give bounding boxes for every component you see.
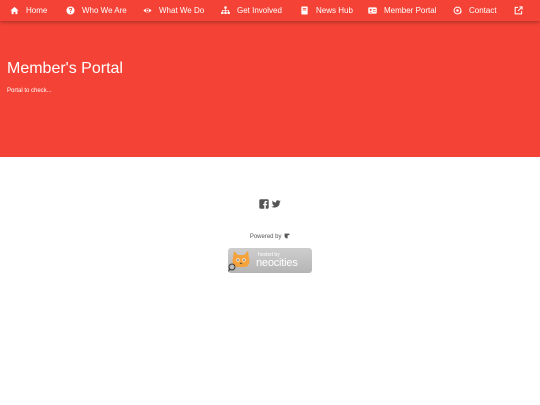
id-card-icon bbox=[368, 6, 377, 15]
badge-brand-text: neocities bbox=[256, 256, 298, 269]
question-circle-icon bbox=[66, 6, 75, 15]
nav-get-involved[interactable]: Get Involved bbox=[221, 0, 282, 21]
nav-involved-label: Get Involved bbox=[237, 6, 282, 15]
nav-news-label: News Hub bbox=[316, 6, 353, 15]
twitter-icon[interactable] bbox=[271, 199, 281, 209]
nav-home-label: Home bbox=[26, 6, 48, 15]
page-title: Member's Portal bbox=[7, 60, 123, 77]
platform-logo-icon[interactable] bbox=[284, 233, 290, 241]
facebook-icon[interactable] bbox=[259, 199, 269, 209]
eye-icon bbox=[143, 6, 152, 15]
book-icon bbox=[300, 6, 309, 15]
nav-who-label: Who We Are bbox=[82, 6, 127, 15]
social-links bbox=[0, 199, 540, 209]
nav-contact[interactable]: Contact bbox=[453, 0, 497, 21]
nav-news-hub[interactable]: News Hub bbox=[300, 0, 353, 21]
contact-icon bbox=[453, 6, 462, 15]
nav-contact-label: Contact bbox=[469, 6, 497, 15]
nav-member-label: Member Portal bbox=[384, 6, 437, 15]
external-link-icon bbox=[514, 6, 523, 15]
navbar: Home Who We Are What We Do Get Involved … bbox=[0, 0, 540, 21]
nav-what-label: What We Do bbox=[159, 6, 205, 15]
nav-who-we-are[interactable]: Who We Are bbox=[66, 0, 127, 21]
nav-home[interactable]: Home bbox=[10, 0, 47, 21]
hero-subtitle: Portal to check... bbox=[7, 88, 52, 94]
nav-what-we-do[interactable]: What We Do bbox=[143, 0, 204, 21]
sitemap-icon bbox=[221, 6, 230, 15]
nav-external-link[interactable] bbox=[514, 0, 523, 21]
nav-member-portal[interactable]: Member Portal bbox=[368, 0, 436, 21]
powered-by-label: Powered by bbox=[249, 234, 282, 240]
hero-banner: Member's Portal Portal to check... bbox=[0, 21, 540, 157]
powered-by: Powered by bbox=[0, 233, 540, 241]
cat-mascot-icon bbox=[228, 251, 250, 273]
home-icon bbox=[10, 6, 19, 15]
neocities-badge[interactable]: hosted by neocities bbox=[228, 248, 312, 273]
